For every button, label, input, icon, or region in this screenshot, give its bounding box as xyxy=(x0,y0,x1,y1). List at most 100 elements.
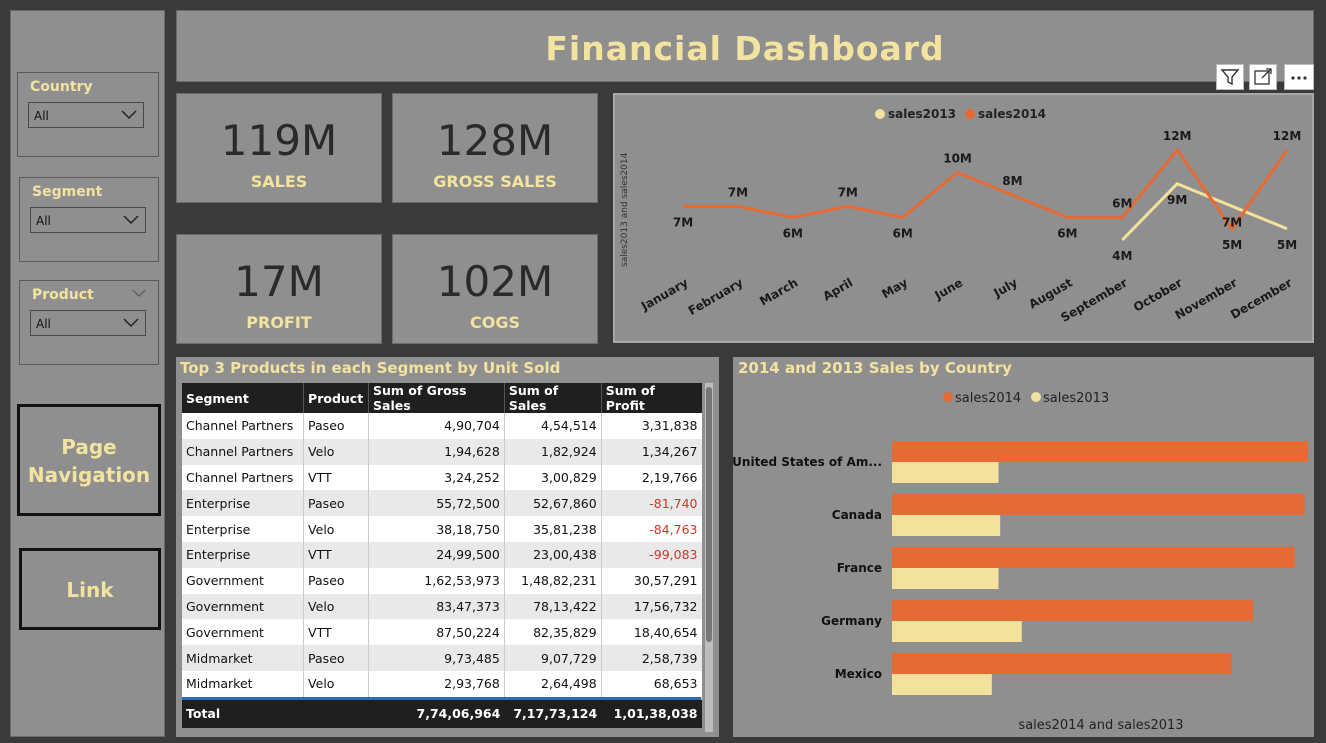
x-tick-label: May xyxy=(879,275,910,301)
cell-gross-sales: 24,99,500 xyxy=(368,541,505,568)
data-label-sales2013: 4M xyxy=(1112,249,1132,263)
legend-label-sales2013[interactable]: sales2013 xyxy=(1043,391,1109,406)
y-category-label: Mexico xyxy=(835,667,882,681)
total-sales: 7,17,73,124 xyxy=(504,699,602,728)
table-row[interactable]: Government Paseo 1,62,53,973 1,48,82,231 30,… xyxy=(182,567,702,594)
data-label-sales2014: 6M xyxy=(892,227,912,241)
line-chart-ylabel: sales2013 and sales2014 xyxy=(620,152,630,267)
bar-sales2014[interactable] xyxy=(892,600,1254,621)
cell-segment: Channel Partners xyxy=(182,413,305,439)
cell-sales: 23,00,438 xyxy=(504,541,602,568)
cell-product: Paseo xyxy=(303,645,370,671)
cell-gross-sales: 1,94,628 xyxy=(368,438,505,465)
data-label-sales2013: 5M xyxy=(1277,238,1297,252)
bar-chart-svg: sales2014 sales2013 United States of Am..… xyxy=(733,391,1308,733)
legend-marker-sales2013 xyxy=(875,109,885,119)
country-slicer-label: Country xyxy=(30,79,93,95)
segment-slicer-label: Segment xyxy=(32,184,103,200)
cell-profit: -84,763 xyxy=(601,516,702,542)
cell-product: Velo xyxy=(303,438,370,465)
country-dropdown[interactable]: All xyxy=(28,102,144,128)
cell-sales: 9,07,729 xyxy=(504,645,602,671)
table-header-row: Segment Product Sum of Gross Sales Sum o… xyxy=(182,383,702,413)
country-slicer: Country All xyxy=(17,72,159,157)
table-scroll-thumb[interactable] xyxy=(706,387,712,642)
kpi-label: GROSS SALES xyxy=(433,172,557,191)
product-dropdown[interactable]: All xyxy=(30,310,146,336)
bar-sales2013[interactable] xyxy=(892,674,992,695)
top-products-table-visual: Top 3 Products in each Segment by Unit S… xyxy=(176,357,719,737)
total-gross-sales: 7,74,06,964 xyxy=(368,699,505,728)
column-header-profit[interactable]: Sum of Profit xyxy=(601,383,702,413)
cell-profit: 17,56,732 xyxy=(601,593,702,620)
page-navigation-button[interactable]: Page Navigation xyxy=(17,404,161,516)
bar-sales2014[interactable] xyxy=(892,441,1308,462)
column-header-gross-sales[interactable]: Sum of Gross Sales xyxy=(368,383,505,413)
bar-sales2014[interactable] xyxy=(892,547,1295,568)
bar-sales2013[interactable] xyxy=(892,621,1022,642)
total-label: Total xyxy=(182,699,304,728)
column-header-segment[interactable]: Segment xyxy=(182,383,305,413)
link-button[interactable]: Link xyxy=(19,548,161,630)
segment-dropdown[interactable]: All xyxy=(30,207,146,233)
x-tick-label: February xyxy=(686,275,746,318)
column-header-sales[interactable]: Sum of Sales xyxy=(504,383,602,413)
product-slicer-label: Product xyxy=(32,287,94,303)
cell-profit: 1,34,267 xyxy=(601,438,702,465)
data-label-sales2014: 10M xyxy=(943,152,972,166)
kpi-card-gross-sales: 128M GROSS SALES xyxy=(392,93,598,203)
link-button-label: Link xyxy=(66,578,114,602)
legend-marker-sales2014 xyxy=(943,392,953,402)
table-row[interactable]: Channel Partners Paseo 4,90,704 4,54,514 3,3… xyxy=(182,413,702,439)
page-navigation-line1: Page xyxy=(61,435,117,459)
bar-sales2014[interactable] xyxy=(892,494,1305,515)
table-row[interactable]: Enterprise VTT 24,99,500 23,00,438 -99,083 xyxy=(182,541,702,568)
chevron-down-icon xyxy=(123,318,139,328)
cell-product: Velo xyxy=(303,593,370,620)
chevron-down-icon[interactable] xyxy=(132,289,146,298)
line-series-sales2014[interactable] xyxy=(683,147,1289,232)
table-total-row: Total 7,74,06,964 7,17,73,124 1,01,38,038 xyxy=(182,699,702,728)
more-options-icon[interactable] xyxy=(1284,64,1314,90)
table-row[interactable]: Midmarket Velo 2,93,768 2,64,498 68,653 xyxy=(182,670,702,697)
line-chart-svg: sales2013 sales2014 sales2013 and sales20… xyxy=(620,107,1301,325)
filter-icon[interactable] xyxy=(1216,64,1244,90)
table-row[interactable]: Midmarket Paseo 9,73,485 9,07,729 2,58,739 xyxy=(182,645,702,671)
cell-sales: 78,13,422 xyxy=(504,593,602,620)
product-dropdown-value: All xyxy=(36,317,51,331)
cell-gross-sales: 38,18,750 xyxy=(368,516,505,542)
table-row[interactable]: Government Velo 83,47,373 78,13,422 17,56,73… xyxy=(182,593,702,620)
table-row[interactable]: Government VTT 87,50,224 82,35,829 18,40,654 xyxy=(182,619,702,646)
kpi-label: SALES xyxy=(250,172,308,191)
cell-segment: Government xyxy=(182,593,305,620)
column-header-product[interactable]: Product xyxy=(303,383,370,413)
cell-profit: 68,653 xyxy=(601,670,702,697)
table-row[interactable]: Enterprise Velo 38,18,750 35,81,238 -84,763 xyxy=(182,516,702,542)
data-label-sales2014: 7M xyxy=(673,215,693,229)
monthly-sales-line-chart[interactable]: sales2013 sales2014 sales2013 and sales20… xyxy=(613,93,1314,343)
legend-label-sales2014[interactable]: sales2014 xyxy=(978,107,1046,121)
table-row[interactable]: Channel Partners VTT 3,24,252 3,00,829 2,19,… xyxy=(182,464,702,491)
bar-sales2013[interactable] xyxy=(892,568,999,589)
data-label-sales2014: 12M xyxy=(1163,129,1192,143)
cell-segment: Midmarket xyxy=(182,645,305,671)
bar-sales2013[interactable] xyxy=(892,515,1001,536)
legend-label-sales2013[interactable]: sales2013 xyxy=(888,107,956,121)
cell-profit: 30,57,291 xyxy=(601,567,702,594)
legend-label-sales2014[interactable]: sales2014 xyxy=(955,391,1021,406)
sales-by-country-bar-chart[interactable]: 2014 and 2013 Sales by Country sales2014… xyxy=(733,357,1314,737)
bar-sales2013[interactable] xyxy=(892,462,999,483)
table-row[interactable]: Enterprise Paseo 55,72,500 52,67,860 -81,740 xyxy=(182,490,702,517)
kpi-value: 102M xyxy=(436,257,554,306)
dashboard-header: Financial Dashboard xyxy=(176,10,1314,82)
kpi-card-sales: 119M SALES xyxy=(176,93,382,203)
focus-mode-icon[interactable] xyxy=(1249,64,1277,90)
data-label-sales2013: 7M xyxy=(1222,215,1242,229)
cell-profit: 18,40,654 xyxy=(601,619,702,646)
table-title: Top 3 Products in each Segment by Unit S… xyxy=(180,359,561,377)
table-row[interactable]: Channel Partners Velo 1,94,628 1,82,924 1,34… xyxy=(182,438,702,465)
cell-sales: 52,67,860 xyxy=(504,490,602,517)
bar-sales2014[interactable] xyxy=(892,653,1232,674)
line-series-sales2013[interactable] xyxy=(1121,181,1288,242)
cell-profit: 2,58,739 xyxy=(601,645,702,671)
